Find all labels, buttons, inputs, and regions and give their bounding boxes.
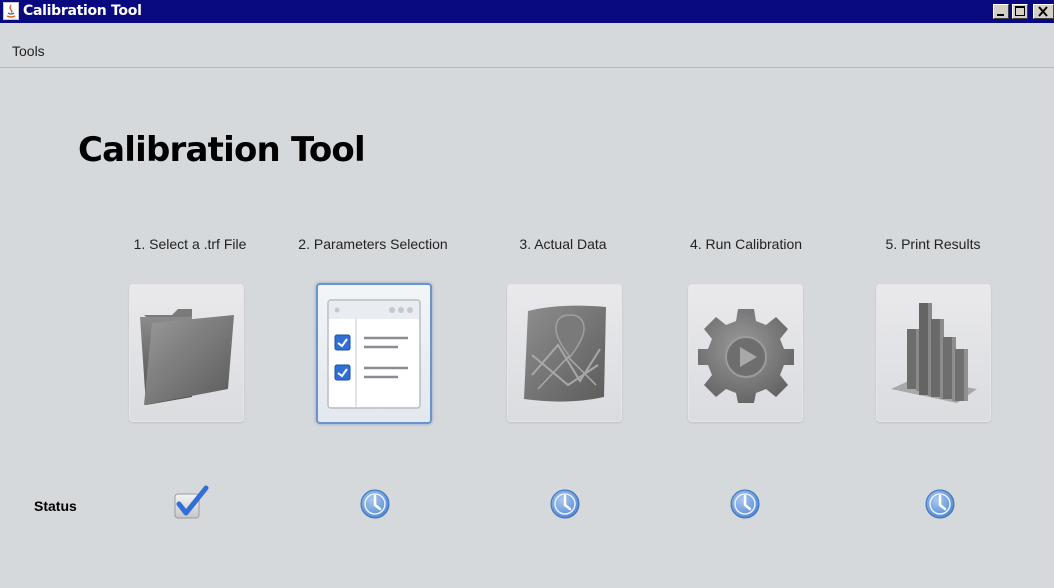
run-calibration-button[interactable] xyxy=(688,284,803,422)
print-results-button[interactable] xyxy=(876,284,991,422)
status-pending-clock-icon xyxy=(923,487,957,521)
status-pending-clock-icon xyxy=(728,487,762,521)
status-pending-clock-icon xyxy=(548,487,582,521)
step-5-label: 5. Print Results xyxy=(885,236,981,252)
select-trf-file-button[interactable] xyxy=(129,284,244,422)
folder-icon xyxy=(140,309,234,405)
step-2-label: 2. Parameters Selection xyxy=(298,236,448,252)
checklist-icon xyxy=(327,299,421,409)
actual-data-button[interactable] xyxy=(507,284,622,422)
status-done-checkbox-icon xyxy=(172,484,209,519)
step-3-label: 3. Actual Data xyxy=(519,236,607,252)
bar-chart-icon xyxy=(891,303,977,403)
window-title-bar[interactable]: Calibration Tool xyxy=(0,0,1054,23)
gear-play-icon xyxy=(698,309,794,403)
menu-tools[interactable]: Tools xyxy=(12,43,45,59)
step-4-label: 4. Run Calibration xyxy=(689,236,803,252)
parameters-selection-button[interactable] xyxy=(316,283,432,424)
minimize-button[interactable] xyxy=(993,4,1009,19)
menu-bar: Tools xyxy=(0,33,1054,68)
window-title: Calibration Tool xyxy=(23,3,142,19)
java-app-icon xyxy=(3,2,19,20)
status-label: Status xyxy=(34,498,77,514)
step-1-label: 1. Select a .trf File xyxy=(133,236,247,252)
close-button[interactable] xyxy=(1033,4,1054,19)
page-title: Calibration Tool xyxy=(78,130,366,170)
map-icon xyxy=(524,305,606,402)
maximize-button[interactable] xyxy=(1012,4,1028,19)
status-pending-clock-icon xyxy=(358,487,392,521)
